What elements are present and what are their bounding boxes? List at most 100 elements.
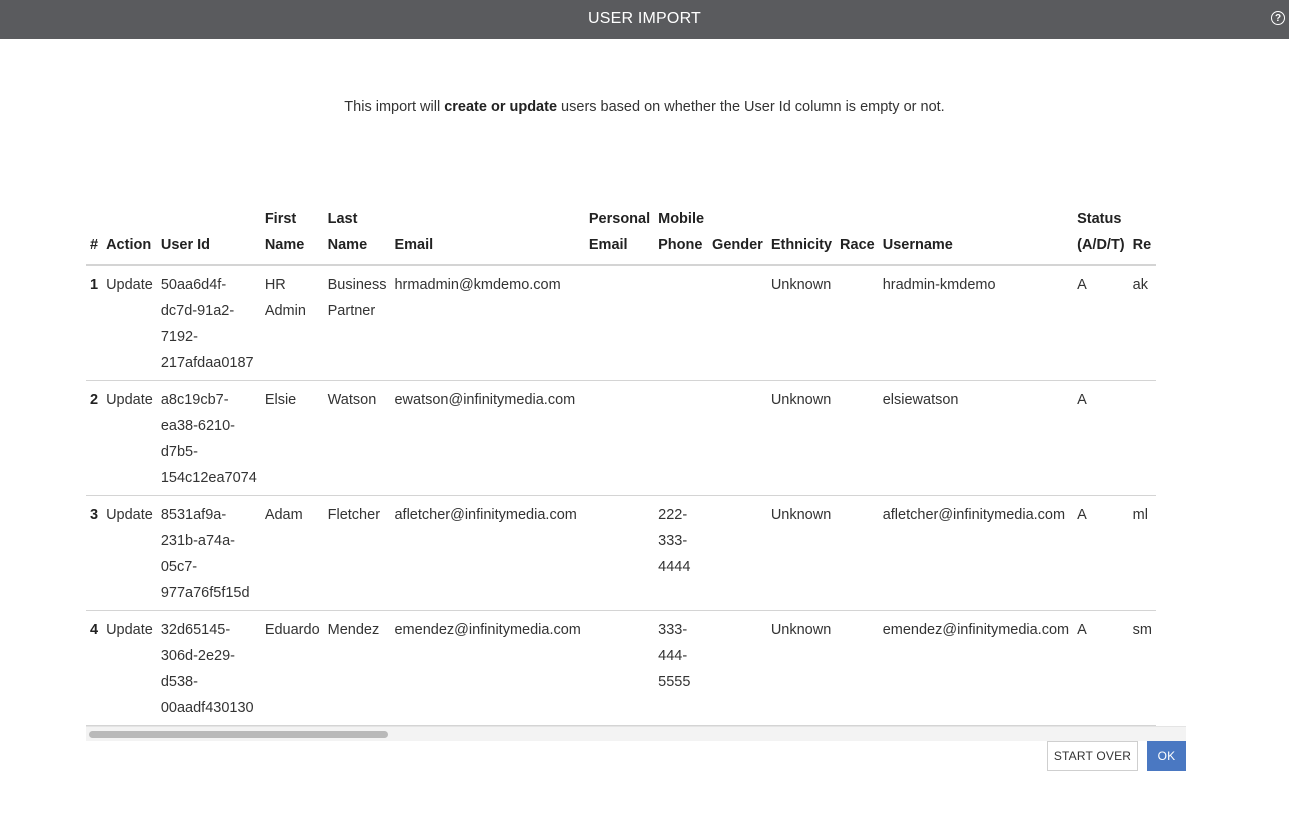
column-header-line1: First	[264, 211, 297, 227]
cell-email: emendez@infinitymedia.com	[390, 610, 585, 726]
column-header-line1: Last	[327, 211, 358, 227]
cell-ethnicity: Unknown	[766, 380, 837, 496]
import-description: This import will create or update users …	[0, 99, 1289, 115]
table-row: 4 Update 32d65145- 306d-2e29- d538- 00aadf430…	[86, 610, 1156, 726]
column-header-line1	[712, 206, 763, 232]
cell-user-id: 32d65145- 306d-2e29- d538- 00aadf430130	[156, 610, 261, 726]
column-header-status: Status (A/D/T)	[1073, 206, 1129, 266]
cell-line: Unknown	[770, 622, 832, 638]
cell-username: afletcher@infinitymedia.com	[878, 495, 1074, 611]
cell-first-name: Adam	[260, 495, 324, 611]
cell-gender	[708, 380, 767, 496]
column-header-line1	[161, 206, 257, 232]
cell-line: a8c19cb7-	[160, 392, 229, 408]
column-header-line1	[883, 206, 1069, 232]
cell-last-name: Business Partner	[323, 265, 391, 381]
ok-button[interactable]: OK	[1147, 741, 1186, 771]
column-header-line1	[1133, 206, 1152, 232]
column-header-gender: Gender	[708, 206, 767, 266]
cell-line: 977a76f5f15d	[160, 585, 250, 601]
cell-line: Mendez	[327, 622, 380, 638]
column-header-re: Re	[1128, 206, 1156, 266]
cell-line: Unknown	[770, 392, 832, 408]
cell-line: 05c7-	[160, 559, 198, 575]
cell-line: 00aadf430130	[160, 700, 254, 716]
horizontal-scrollbar[interactable]	[86, 726, 1186, 741]
cell-re: sm	[1128, 610, 1156, 726]
column-header-personal-email: Personal Email	[584, 206, 655, 266]
cell-line: 306d-2e29-	[160, 648, 236, 664]
cell-user-id: a8c19cb7- ea38-6210- d7b5- 154c12ea7074	[156, 380, 261, 496]
cell-mobile-phone	[654, 265, 709, 381]
cell-line: A	[1077, 277, 1087, 293]
column-header-line2: Name	[327, 237, 368, 253]
column-header-line1	[840, 206, 875, 232]
cell-mobile-phone: 222- 333- 4444	[654, 495, 709, 611]
column-header-line2: Email	[588, 237, 628, 253]
cell-race	[836, 265, 879, 381]
cell-line: 5555	[658, 674, 691, 690]
cell-action: Update	[102, 495, 157, 611]
cell-line: Fletcher	[327, 507, 381, 523]
cell-re: ml	[1128, 495, 1156, 611]
cell-ethnicity: Unknown	[766, 610, 837, 726]
cell-line: ml	[1132, 507, 1148, 523]
cell-line: 154c12ea7074	[160, 470, 257, 486]
cell-first-name: Eduardo	[260, 610, 324, 726]
intro-text-end: users based on whether the User Id colum…	[557, 99, 945, 115]
cell-ethnicity: Unknown	[766, 265, 837, 381]
cell-line: A	[1077, 392, 1087, 408]
column-header-line2: Re	[1132, 237, 1152, 253]
cell-num: 3	[86, 495, 103, 611]
cell-line: emendez@infinitymedia.com	[882, 622, 1070, 638]
cell-line: Unknown	[770, 507, 832, 523]
cell-line: Eduardo	[264, 622, 320, 638]
table-body: 1 Update 50aa6d4f-dc7d-91a2- 7192- 217afdaa0…	[86, 265, 1156, 726]
column-header-line2: Username	[882, 237, 953, 253]
cell-num: 4	[86, 610, 103, 726]
start-over-button[interactable]: START OVER	[1047, 741, 1138, 771]
cell-first-name: Elsie	[260, 380, 324, 496]
column-header-line1	[771, 206, 832, 232]
import-preview-table: # Action User Id First Name Last Name Email P…	[86, 206, 1156, 726]
scrollbar-thumb[interactable]	[89, 731, 388, 738]
cell-line: Admin	[264, 303, 306, 319]
column-header-line1: Mobile	[658, 211, 705, 227]
cell-line: d7b5-	[160, 444, 198, 460]
cell-status: A	[1073, 610, 1129, 726]
cell-line: elsiewatson	[882, 392, 959, 408]
cell-personal-email	[584, 610, 655, 726]
column-header-line2: Email	[394, 237, 434, 253]
cell-race	[836, 495, 879, 611]
table-row: 3 Update 8531af9a- 231b-a74a- 05c7- 977a76f5f…	[86, 495, 1156, 611]
question-circle-icon[interactable]: ?	[1271, 11, 1285, 25]
cell-gender	[708, 495, 767, 611]
cell-line: Adam	[264, 507, 303, 523]
column-header-line2: User Id	[160, 237, 211, 253]
cell-line: Business	[327, 277, 387, 293]
cell-line: Partner	[327, 303, 376, 319]
cell-line: Elsie	[264, 392, 297, 408]
cell-num: 1	[86, 265, 103, 381]
column-header-user-id: User Id	[156, 206, 261, 266]
cell-line: 222-	[658, 507, 688, 523]
cell-action: Update	[102, 610, 157, 726]
dialog-titlebar: USER IMPORT ?	[0, 0, 1289, 39]
cell-username: emendez@infinitymedia.com	[878, 610, 1074, 726]
cell-line: 217afdaa0187	[160, 355, 254, 371]
column-header-action: Action	[102, 206, 157, 266]
column-header-username: Username	[878, 206, 1074, 266]
cell-line: sm	[1132, 622, 1152, 638]
cell-line: 231b-a74a-	[160, 533, 236, 549]
column-header-line2: Action	[106, 237, 152, 253]
cell-line: 333-	[658, 533, 688, 549]
cell-last-name: Watson	[323, 380, 391, 496]
cell-line: d538-	[160, 674, 198, 690]
cell-re	[1128, 380, 1156, 496]
cell-first-name: HR Admin	[260, 265, 324, 381]
cell-mobile-phone: 333- 444- 5555	[654, 610, 709, 726]
cell-line: A	[1077, 622, 1087, 638]
cell-race	[836, 380, 879, 496]
column-header-line2: Gender	[712, 237, 763, 253]
cell-status: A	[1073, 265, 1129, 381]
